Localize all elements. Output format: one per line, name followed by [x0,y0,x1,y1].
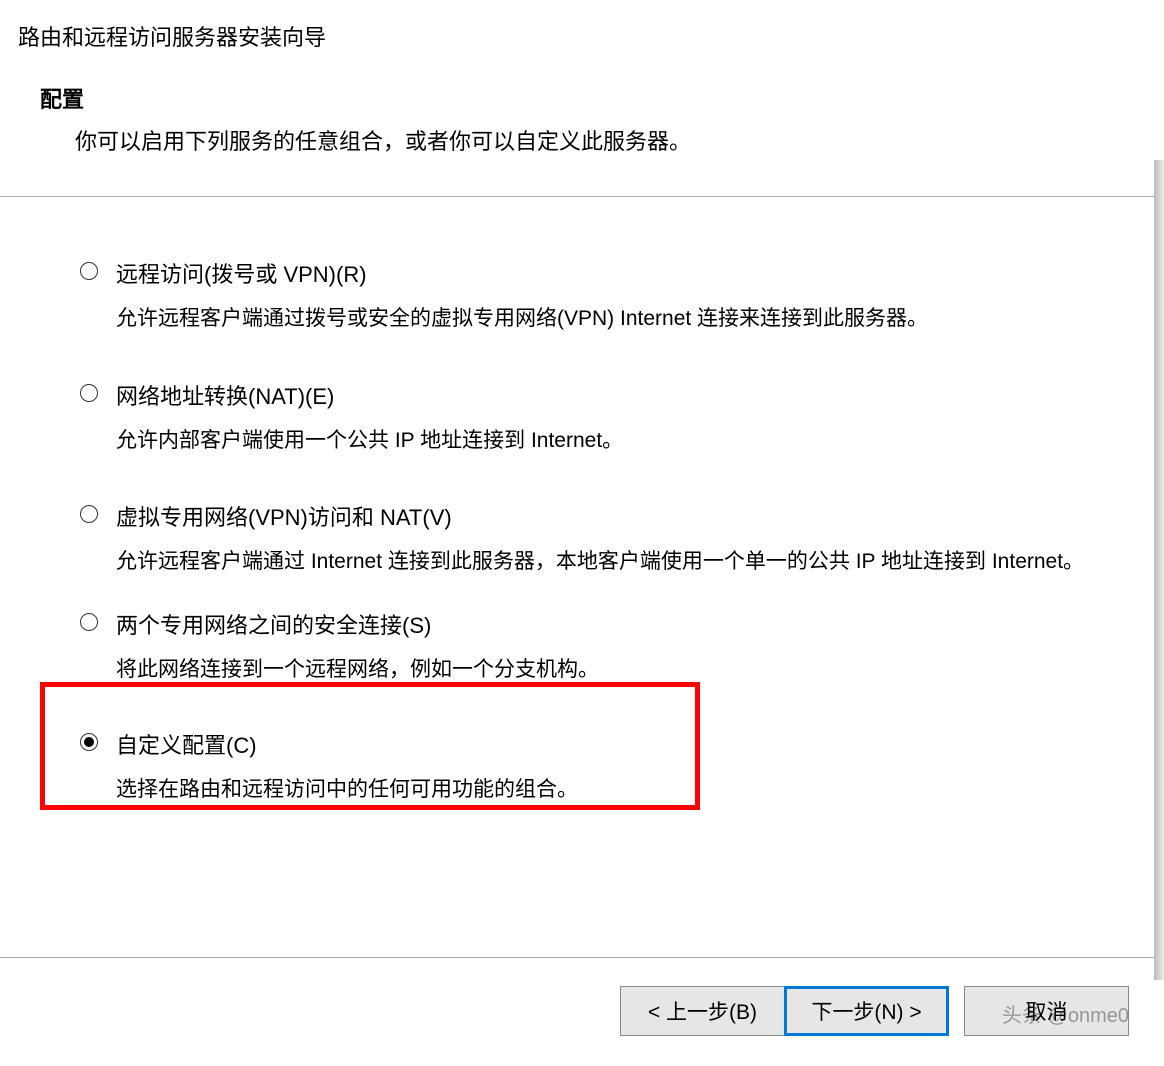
wizard-title: 路由和远程访问服务器安装向导 [0,0,1164,52]
option-title: 虚拟专用网络(VPN)访问和 NAT(V) [116,500,1114,532]
radio-icon[interactable] [80,262,98,280]
option-vpn-nat[interactable]: 虚拟专用网络(VPN)访问和 NAT(V) 允许远程客户端通过 Internet… [80,500,1114,580]
option-desc: 选择在路由和远程访问中的任何可用功能的组合。 [116,772,1114,808]
option-title: 自定义配置(C) [116,728,1114,760]
options-container: 远程访问(拨号或 VPN)(R) 允许远程客户端通过拨号或安全的虚拟专用网络(V… [0,197,1164,807]
next-button[interactable]: 下一步(N) > [784,986,949,1036]
page-subtitle: 你可以启用下列服务的任意组合，或者你可以自定义此服务器。 [40,124,1164,156]
option-secure-connection[interactable]: 两个专用网络之间的安全连接(S) 将此网络连接到一个远程网络，例如一个分支机构。 [80,608,1114,688]
footer-section: < 上一步(B) 下一步(N) > 取消 [0,957,1164,1036]
cancel-button[interactable]: 取消 [964,986,1129,1036]
back-button[interactable]: < 上一步(B) [620,986,785,1036]
option-title: 远程访问(拨号或 VPN)(R) [116,257,1114,289]
right-edge-decoration [1154,160,1164,980]
option-text: 自定义配置(C) 选择在路由和远程访问中的任何可用功能的组合。 [116,728,1114,808]
footer-divider [0,957,1164,958]
radio-icon-selected[interactable] [80,733,98,751]
option-text: 网络地址转换(NAT)(E) 允许内部客户端使用一个公共 IP 地址连接到 In… [116,379,1114,459]
option-desc: 将此网络连接到一个远程网络，例如一个分支机构。 [116,652,1114,688]
buttons-row: < 上一步(B) 下一步(N) > 取消 [0,986,1164,1036]
option-title: 网络地址转换(NAT)(E) [116,379,1114,411]
option-desc: 允许远程客户端通过拨号或安全的虚拟专用网络(VPN) Internet 连接来连… [116,301,1114,337]
page-title: 配置 [40,82,1164,114]
option-text: 远程访问(拨号或 VPN)(R) 允许远程客户端通过拨号或安全的虚拟专用网络(V… [116,257,1114,337]
option-title: 两个专用网络之间的安全连接(S) [116,608,1114,640]
option-text: 虚拟专用网络(VPN)访问和 NAT(V) 允许远程客户端通过 Internet… [116,500,1114,580]
option-text: 两个专用网络之间的安全连接(S) 将此网络连接到一个远程网络，例如一个分支机构。 [116,608,1114,688]
option-desc: 允许内部客户端使用一个公共 IP 地址连接到 Internet。 [116,423,1114,459]
radio-icon[interactable] [80,384,98,402]
option-nat[interactable]: 网络地址转换(NAT)(E) 允许内部客户端使用一个公共 IP 地址连接到 In… [80,379,1114,459]
radio-icon[interactable] [80,613,98,631]
option-custom-config[interactable]: 自定义配置(C) 选择在路由和远程访问中的任何可用功能的组合。 [80,716,1114,808]
radio-icon[interactable] [80,505,98,523]
option-remote-access[interactable]: 远程访问(拨号或 VPN)(R) 允许远程客户端通过拨号或安全的虚拟专用网络(V… [80,257,1114,337]
header-section: 配置 你可以启用下列服务的任意组合，或者你可以自定义此服务器。 [0,52,1164,186]
option-desc: 允许远程客户端通过 Internet 连接到此服务器，本地客户端使用一个单一的公… [116,544,1114,580]
